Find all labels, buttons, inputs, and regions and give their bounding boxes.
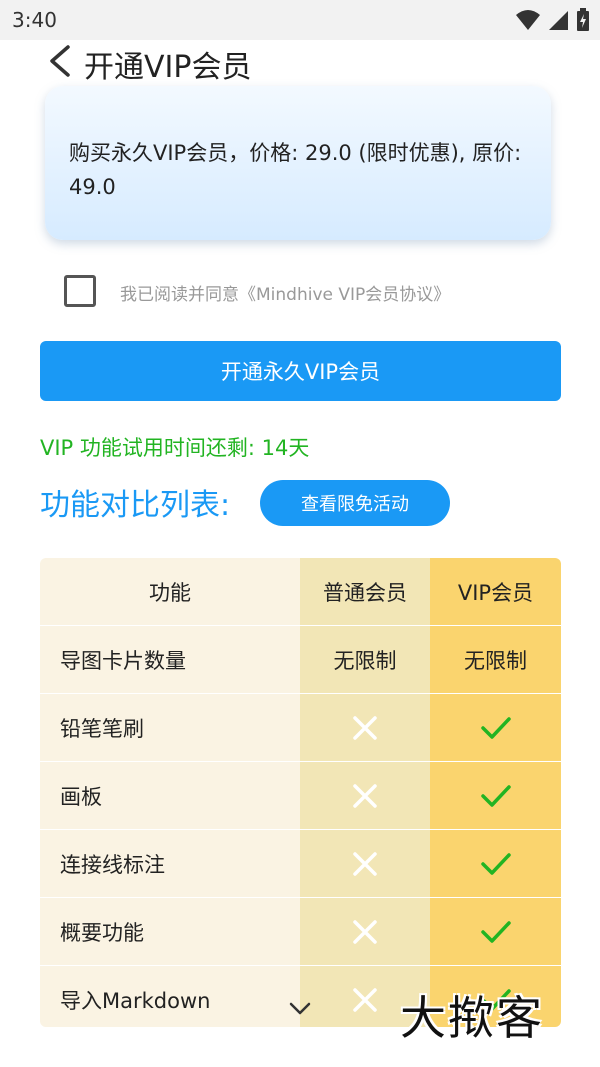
check-icon xyxy=(430,830,561,898)
buy-vip-button[interactable]: 开通永久VIP会员 xyxy=(40,341,561,401)
price-description: 购买永久VIP会员，价格: 29.0 (限时优惠), 原价: 49.0 xyxy=(69,141,522,199)
status-bar: 3:40 xyxy=(0,0,600,40)
feature-name: 铅笔笔刷 xyxy=(60,717,144,741)
cross-icon xyxy=(300,694,430,762)
check-icon xyxy=(430,762,561,830)
header-normal: 普通会员 xyxy=(323,581,407,605)
page-title: 开通VIP会员 xyxy=(84,50,252,85)
chevron-down-icon[interactable] xyxy=(288,1000,312,1018)
signal-icon xyxy=(549,11,568,30)
table-row: 铅笔笔刷 xyxy=(40,694,561,762)
cross-icon xyxy=(300,762,430,830)
table-row: 导图卡片数量 无限制 无限制 xyxy=(40,626,561,694)
watermark-logo: 大揿客 xyxy=(400,991,544,1045)
cross-icon xyxy=(300,898,430,966)
table-row: 连接线标注 xyxy=(40,830,561,898)
price-card: 购买永久VIP会员，价格: 29.0 (限时优惠), 原价: 49.0 xyxy=(45,86,551,240)
header-vip: VIP会员 xyxy=(457,581,534,605)
normal-value: 无限制 xyxy=(333,649,397,673)
header-feature: 功能 xyxy=(149,581,191,605)
feature-name: 导入Markdown xyxy=(60,989,211,1013)
table-header-row: 功能 普通会员 VIP会员 xyxy=(40,558,561,626)
vip-value: 无限制 xyxy=(464,649,527,673)
agreement-checkbox[interactable] xyxy=(64,275,96,307)
feature-name: 导图卡片数量 xyxy=(60,649,186,673)
wifi-icon xyxy=(516,10,540,30)
battery-charging-icon xyxy=(577,8,589,31)
feature-name: 概要功能 xyxy=(60,921,144,945)
chevron-left-icon[interactable] xyxy=(46,44,74,78)
table-row: 画板 xyxy=(40,762,561,830)
status-time: 3:40 xyxy=(12,8,57,32)
feature-name: 画板 xyxy=(60,785,102,809)
view-promo-button[interactable]: 查看限免活动 xyxy=(260,480,450,526)
compare-title: 功能对比列表: xyxy=(40,488,231,523)
status-icons xyxy=(516,8,590,32)
feature-compare-table: 功能 普通会员 VIP会员 导图卡片数量 无限制 无限制 铅笔笔刷 画板 连接线… xyxy=(40,558,561,1027)
cross-icon xyxy=(300,830,430,898)
agreement-text[interactable]: 我已阅读并同意《Mindhive VIP会员协议》 xyxy=(120,280,450,305)
check-icon xyxy=(430,694,561,762)
trial-remaining-text: VIP 功能试用时间还剩: 14天 xyxy=(40,436,310,460)
table-row: 概要功能 xyxy=(40,898,561,966)
check-icon xyxy=(430,898,561,966)
feature-name: 连接线标注 xyxy=(60,853,165,877)
